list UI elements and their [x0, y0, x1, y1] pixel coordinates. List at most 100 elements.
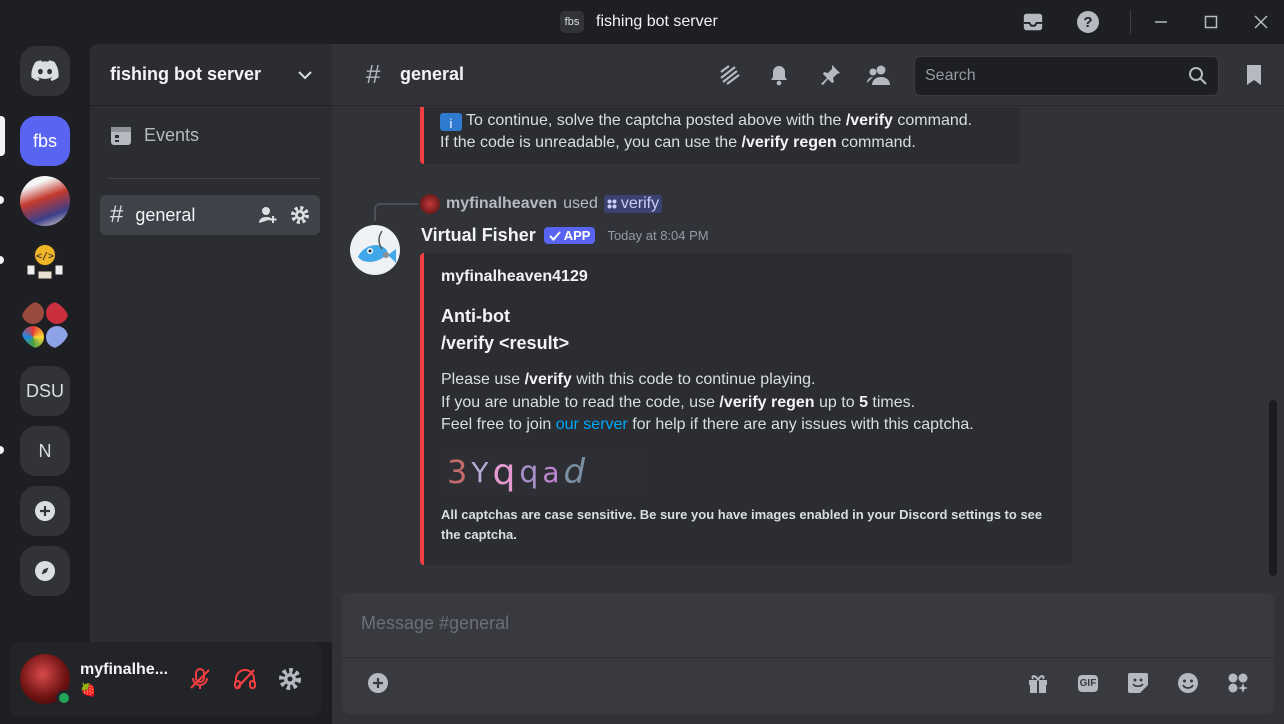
gear-icon[interactable] — [290, 205, 310, 225]
command-mention[interactable]: verify — [603, 195, 663, 213]
gif-picker-icon[interactable]: GIF — [1076, 671, 1100, 695]
server-n[interactable]: N — [20, 426, 70, 476]
minimize-icon[interactable] — [1149, 10, 1173, 34]
message-input-placeholder: Message #general — [361, 613, 510, 633]
bot-avatar[interactable] — [350, 225, 400, 275]
server-fbs[interactable]: fbs — [20, 116, 70, 166]
server-dev-icon[interactable]: </> — [20, 236, 70, 286]
chevron-down-icon — [298, 70, 312, 79]
deafen-headphones-icon[interactable] — [233, 667, 257, 691]
message-list: i To continue, solve the captcha posted a… — [332, 107, 1284, 602]
embed-description: Please use /verify with this code to con… — [441, 369, 1061, 437]
notification-bell-icon[interactable] — [767, 63, 791, 87]
lightbulb-code-icon: </> — [26, 243, 64, 280]
folder-server-thumb — [46, 302, 68, 324]
titlebar-divider — [1130, 10, 1131, 34]
pinned-messages-icon[interactable] — [818, 63, 842, 87]
fish-avatar-icon — [358, 230, 396, 263]
hash-icon: # — [110, 201, 124, 228]
checkmark-icon — [549, 230, 561, 241]
previous-embed-text: i To continue, solve the captcha posted a… — [440, 110, 972, 154]
mute-mic-icon[interactable] — [188, 667, 212, 691]
command-name: verify — [620, 195, 660, 212]
previous-embed: i To continue, solve the captcha posted a… — [420, 107, 1020, 164]
attach-plus-icon[interactable] — [366, 671, 390, 695]
bot-message-header: Virtual Fisher APP Today at 8:04 PM — [421, 225, 709, 246]
server-avatar-anime[interactable] — [20, 176, 70, 226]
channel-item-general[interactable]: # general — [100, 195, 320, 235]
plus-icon — [35, 501, 55, 521]
server-badge: fbs — [560, 11, 584, 33]
server-header[interactable]: fishing bot server — [90, 44, 332, 106]
compass-icon — [35, 561, 55, 581]
message-composer[interactable]: Message #general GIF — [342, 593, 1274, 714]
unread-indicator — [0, 446, 4, 454]
bookmark-icon[interactable] — [1242, 63, 1266, 87]
maximize-icon[interactable] — [1199, 10, 1223, 34]
captcha-char: q — [492, 451, 516, 493]
captcha-image[interactable]: 3 Y q q a d — [441, 449, 641, 495]
gift-icon[interactable] — [1026, 671, 1050, 695]
captcha-char: Y — [471, 455, 489, 489]
username: myfinalhe... — [80, 660, 169, 678]
reply-avatar — [420, 194, 440, 214]
discover-button[interactable] — [20, 546, 70, 596]
threads-icon[interactable] — [718, 63, 742, 87]
server-rail: fbs </> DSU N — [0, 44, 90, 724]
window-title: fishing bot server — [596, 13, 718, 30]
channel-header: # general Search — [332, 44, 1284, 106]
previous-embed-line-1: i To continue, solve the captcha posted a… — [440, 110, 972, 132]
server-folder[interactable] — [20, 300, 70, 350]
add-server-button[interactable] — [20, 486, 70, 536]
custom-status: 🍓 — [80, 681, 97, 697]
apps-icon[interactable] — [1226, 671, 1250, 695]
events-label: Events — [144, 124, 200, 145]
svg-text:</>: </> — [36, 251, 54, 262]
unread-indicator — [0, 256, 4, 264]
online-status-dot — [56, 690, 72, 706]
reply-username: myfinalheaven — [446, 195, 558, 212]
svg-text:?: ? — [1083, 14, 1092, 31]
inbox-icon[interactable] — [1021, 10, 1045, 34]
command-reply[interactable]: myfinalheaven used verify — [420, 194, 663, 214]
user-settings-gear-icon[interactable] — [278, 667, 302, 691]
chat-scrollbar[interactable] — [1269, 400, 1277, 576]
embed-author: myfinalheaven4129 — [441, 268, 588, 285]
help-icon[interactable]: ? — [1076, 10, 1100, 34]
discord-home-button[interactable] — [20, 46, 70, 96]
message-timestamp: Today at 8:04 PM — [607, 228, 709, 243]
selected-server-indicator — [0, 116, 5, 156]
search-icon — [1189, 67, 1207, 85]
events-item[interactable]: Events — [110, 124, 199, 146]
close-icon[interactable] — [1249, 10, 1273, 34]
user-avatar[interactable] — [20, 654, 72, 706]
server-dsu[interactable]: DSU — [20, 366, 70, 416]
chat-main: # general Search i To continue, solve the… — [332, 44, 1284, 724]
member-list-icon[interactable] — [867, 63, 891, 87]
user-panel: myfinalhe... 🍓 — [10, 642, 321, 716]
captcha-char: 3 — [447, 453, 468, 491]
embed-footer: All captchas are case sensitive. Be sure… — [441, 507, 1043, 542]
emoji-icon[interactable] — [1176, 671, 1200, 695]
folder-server-thumb — [22, 302, 44, 324]
captcha-char: d — [563, 452, 586, 492]
channel-sidebar: fishing bot server Events # general — [90, 44, 332, 642]
user-info[interactable]: myfinalhe... 🍓 — [80, 661, 178, 698]
captcha-char: q — [519, 454, 539, 490]
title-bar: fbs fishing bot server ? — [0, 0, 1284, 44]
composer-divider — [342, 657, 1274, 658]
discord-logo-icon — [31, 60, 59, 81]
search-input[interactable]: Search — [914, 56, 1219, 96]
captcha-char: a — [542, 455, 560, 489]
reply-used-text: used — [563, 195, 598, 212]
sticker-icon[interactable] — [1126, 671, 1150, 695]
search-placeholder: Search — [925, 67, 976, 84]
invite-icon[interactable] — [258, 205, 278, 225]
app-command-icon — [607, 199, 617, 209]
embed-subtitle: /verify <result> — [441, 333, 570, 353]
antibot-embed: myfinalheaven4129 Anti-bot /verify <resu… — [420, 253, 1072, 565]
our-server-link[interactable]: our server — [556, 416, 628, 433]
bot-name[interactable]: Virtual Fisher — [421, 225, 536, 246]
embed-line-3: Feel free to join our server for help if… — [441, 416, 974, 433]
server-name: fishing bot server — [110, 64, 262, 84]
